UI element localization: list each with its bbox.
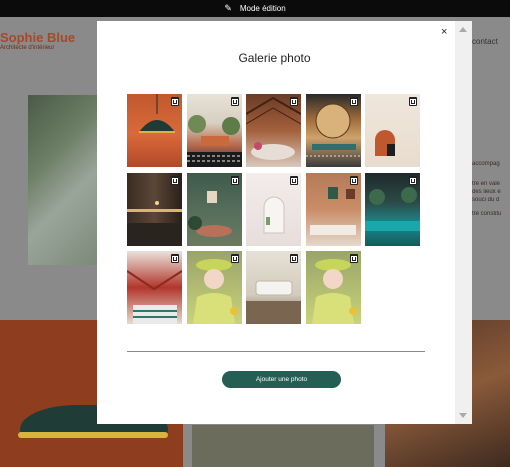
trash-icon[interactable] (290, 97, 298, 106)
photo-gallery-modal: Galerie photo × Ajouter une photo (97, 21, 472, 424)
scroll-down-icon[interactable] (459, 413, 467, 418)
edit-mode-label: Mode édition (239, 4, 286, 13)
gallery-photo[interactable] (127, 251, 182, 324)
scroll-up-icon[interactable] (459, 27, 467, 32)
background-plant-image (28, 95, 98, 265)
trash-icon[interactable] (171, 176, 179, 185)
close-icon[interactable]: × (441, 26, 447, 38)
gallery-photo[interactable] (306, 173, 361, 246)
gallery-photo[interactable] (127, 94, 182, 167)
trash-icon[interactable] (171, 97, 179, 106)
trash-icon[interactable] (350, 97, 358, 106)
trash-icon[interactable] (409, 97, 417, 106)
bg-text-line: souci du d (472, 197, 500, 203)
modal-title: Galerie photo (238, 51, 311, 65)
gallery-photo[interactable] (365, 173, 420, 246)
trash-icon[interactable] (231, 97, 239, 106)
gallery-photo[interactable] (306, 251, 361, 324)
gallery-photo[interactable] (187, 173, 242, 246)
lamp-rim-shape (18, 432, 168, 438)
trash-icon[interactable] (171, 254, 179, 263)
gallery-photo[interactable] (365, 94, 420, 167)
trash-icon[interactable] (231, 176, 239, 185)
bg-text-line: accompag (472, 161, 500, 167)
brand-subtitle: Architecte d'intérieur (0, 45, 55, 51)
scrollbar[interactable] (455, 21, 472, 424)
add-photo-button[interactable]: Ajouter une photo (222, 371, 341, 388)
bg-text-line: tre constitu (472, 211, 502, 217)
trash-icon[interactable] (350, 176, 358, 185)
background-plants-image (192, 425, 374, 467)
bg-text-line: des lieux e (472, 189, 501, 195)
bg-text-line: tre en vale (472, 181, 501, 187)
pen-icon: ✎ (224, 3, 232, 13)
divider (127, 351, 425, 352)
nav-contact-link[interactable]: contact (472, 37, 498, 46)
trash-icon[interactable] (350, 254, 358, 263)
gallery-photo[interactable] (187, 94, 242, 167)
gallery-photo[interactable] (187, 251, 242, 324)
gallery-photo[interactable] (246, 94, 301, 167)
gallery-photo[interactable] (127, 173, 182, 246)
edit-mode-bar: ✎ Mode édition (0, 0, 510, 17)
trash-icon[interactable] (231, 254, 239, 263)
trash-icon[interactable] (290, 176, 298, 185)
gallery-photo[interactable] (246, 173, 301, 246)
trash-icon[interactable] (290, 254, 298, 263)
gallery-photo[interactable] (246, 251, 301, 324)
trash-icon[interactable] (409, 176, 417, 185)
brand-name: Sophie Blue (0, 30, 76, 45)
gallery-photo[interactable] (306, 94, 361, 167)
